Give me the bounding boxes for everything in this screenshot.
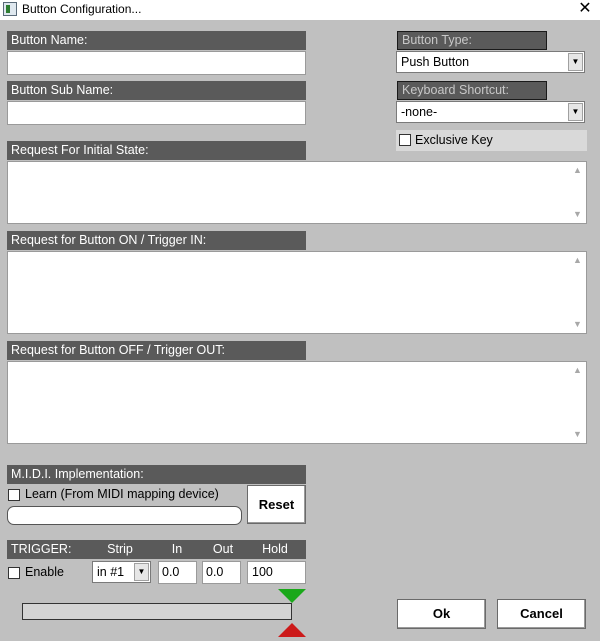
scroll-up-icon[interactable]: ▲ [569, 252, 586, 269]
trigger-enable-label: Enable [25, 565, 64, 579]
trigger-hold-input[interactable]: 100 [247, 561, 306, 584]
button-sub-name-input[interactable] [7, 101, 306, 125]
keyboard-shortcut-label: Keyboard Shortcut: [397, 81, 547, 100]
midi-label: M.I.D.I. Implementation: [7, 465, 306, 484]
button-name-label: Button Name: [7, 31, 306, 50]
request-off-textarea[interactable]: ▲ ▼ [7, 361, 587, 444]
request-on-textarea[interactable]: ▲ ▼ [7, 251, 587, 334]
chevron-down-icon[interactable]: ▼ [134, 563, 149, 581]
trigger-col-in: In [171, 542, 183, 556]
scroll-down-icon[interactable]: ▼ [569, 316, 586, 333]
request-initial-label: Request For Initial State: [7, 141, 306, 160]
cancel-button[interactable]: Cancel [497, 599, 586, 629]
button-type-select[interactable]: Push Button ▼ [396, 51, 585, 73]
exclusive-key-label: Exclusive Key [415, 133, 493, 147]
button-name-input[interactable] [7, 51, 306, 75]
request-initial-scrollbar[interactable]: ▲ ▼ [569, 162, 586, 223]
trigger-col-hold: Hold [262, 542, 288, 556]
button-type-value: Push Button [401, 55, 470, 69]
keyboard-shortcut-value: -none- [401, 105, 438, 119]
midi-learn-checkbox[interactable] [8, 489, 20, 501]
exclusive-key-checkbox[interactable] [399, 134, 411, 146]
request-on-label: Request for Button ON / Trigger IN: [7, 231, 306, 250]
trigger-level-bar [22, 603, 292, 620]
button-type-label: Button Type: [397, 31, 547, 50]
title-bar: Button Configuration... ✕ [0, 0, 600, 20]
app-icon [3, 2, 17, 16]
trigger-label: TRIGGER: [11, 542, 72, 556]
window-title: Button Configuration... [22, 2, 142, 16]
trigger-col-strip: Strip [107, 542, 133, 556]
trigger-strip-select[interactable]: in #1 ▼ [92, 561, 151, 583]
request-on-scrollbar[interactable]: ▲ ▼ [569, 252, 586, 333]
trigger-out-marker-icon[interactable] [278, 623, 306, 637]
scroll-down-icon[interactable]: ▼ [569, 426, 586, 443]
button-sub-name-label: Button Sub Name: [7, 81, 306, 100]
trigger-enable-checkbox[interactable] [8, 567, 20, 579]
chevron-down-icon[interactable]: ▼ [568, 103, 583, 121]
request-off-scrollbar[interactable]: ▲ ▼ [569, 362, 586, 443]
chevron-down-icon[interactable]: ▼ [568, 53, 583, 71]
trigger-out-input[interactable]: 0.0 [202, 561, 241, 584]
exclusive-key-row: Exclusive Key [396, 130, 587, 151]
request-off-label: Request for Button OFF / Trigger OUT: [7, 341, 306, 360]
midi-learn-label: Learn (From MIDI mapping device) [25, 487, 219, 501]
close-button[interactable]: ✕ [570, 0, 600, 20]
scroll-up-icon[interactable]: ▲ [569, 162, 586, 179]
trigger-in-marker-icon[interactable] [278, 589, 306, 603]
trigger-in-input[interactable]: 0.0 [158, 561, 197, 584]
reset-button[interactable]: Reset [247, 485, 306, 524]
trigger-strip-value: in #1 [97, 565, 125, 579]
request-initial-textarea[interactable]: ▲ ▼ [7, 161, 587, 224]
keyboard-shortcut-select[interactable]: -none- ▼ [396, 101, 585, 123]
ok-button[interactable]: Ok [397, 599, 486, 629]
trigger-col-out: Out [212, 542, 234, 556]
scroll-up-icon[interactable]: ▲ [569, 362, 586, 379]
midi-mapping-field[interactable] [7, 506, 242, 525]
scroll-down-icon[interactable]: ▼ [569, 206, 586, 223]
